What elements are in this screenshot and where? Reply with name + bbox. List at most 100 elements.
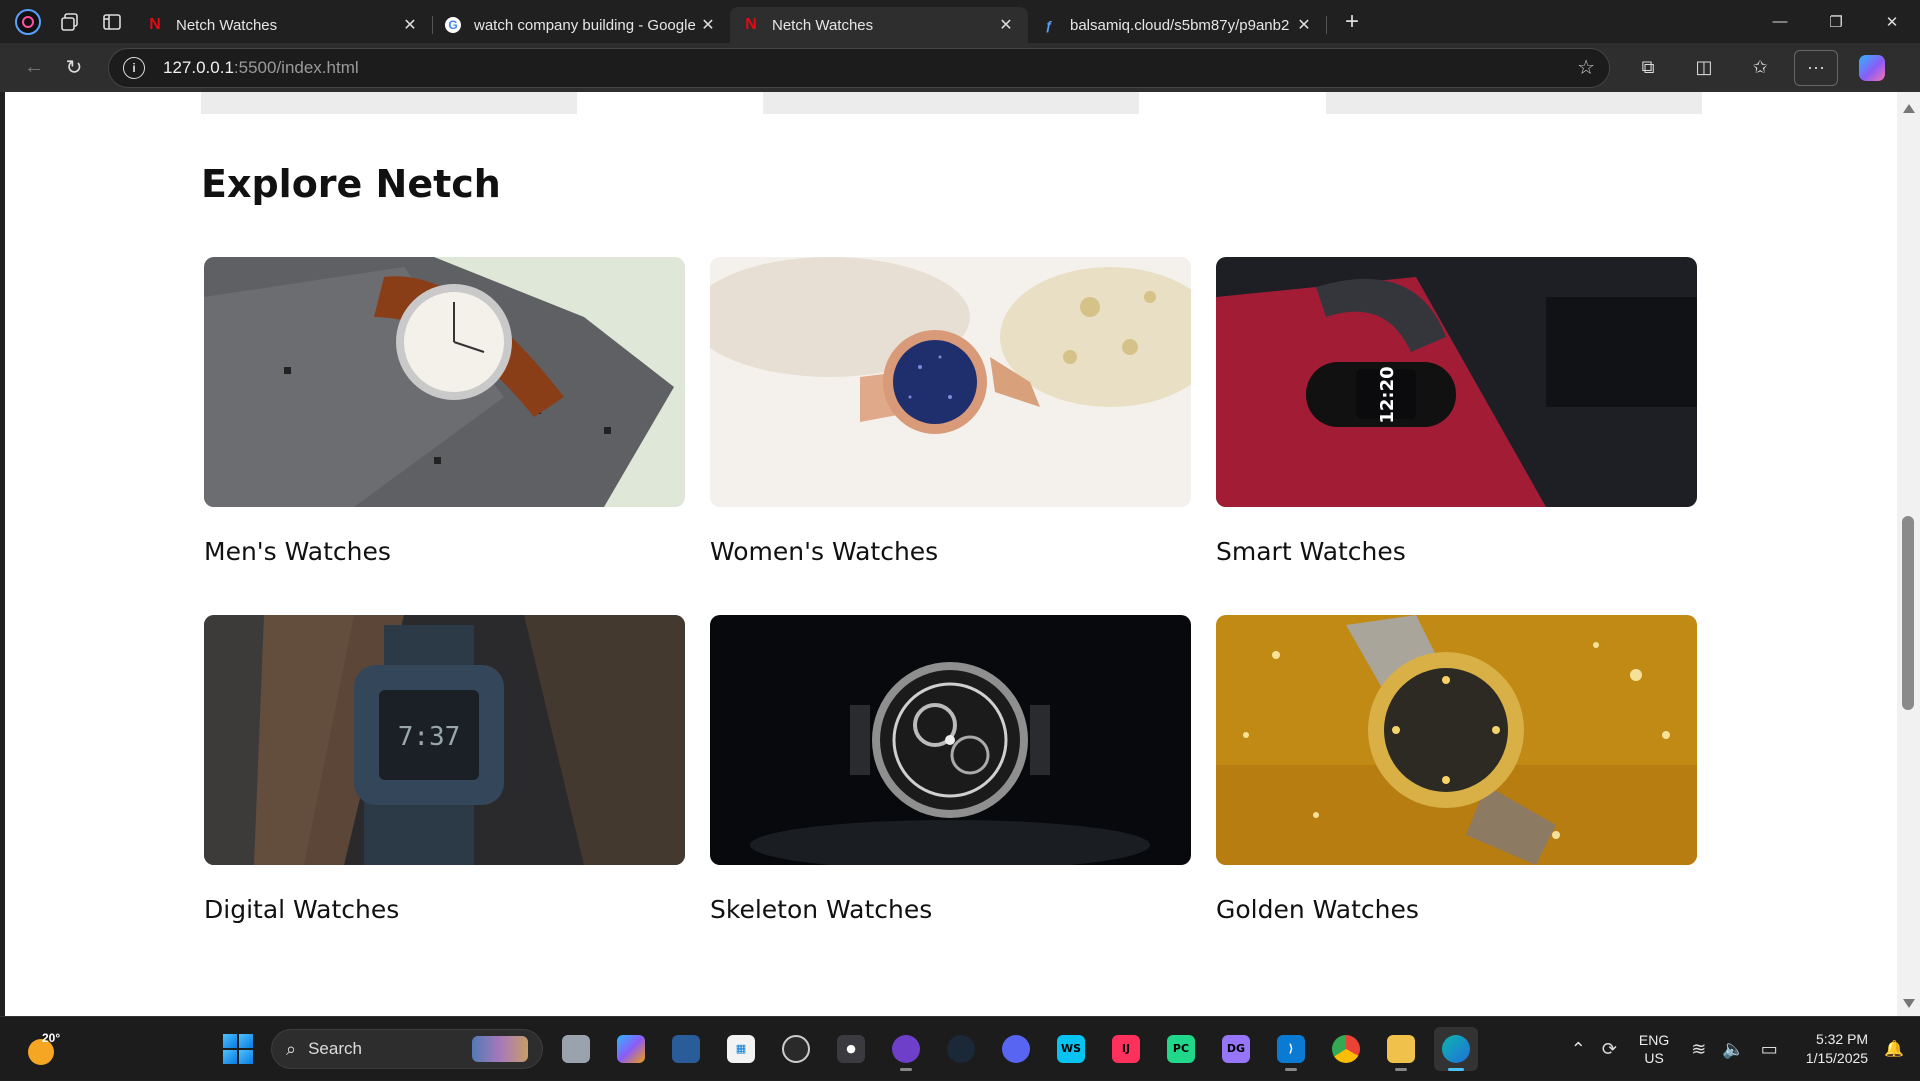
windows-taskbar: 20° ⌕ Search ▦ ● WS IJ PC DG ⟩ ⌃ ⟳ ENG U… [0,1016,1920,1080]
category-label[interactable]: Men's Watches [204,537,685,566]
refresh-icon[interactable]: ↻ [54,50,94,86]
github-icon[interactable] [884,1027,928,1071]
obs-icon[interactable] [774,1027,818,1071]
extensions-icon[interactable]: ⧉ [1626,50,1670,86]
category-card-golden[interactable]: Golden Watches [1216,615,1697,924]
remote-desktop-icon[interactable] [664,1027,708,1071]
taskbar-search[interactable]: ⌕ Search [271,1029,543,1069]
category-card-smart[interactable]: 12:20 Smart Watches [1216,257,1697,566]
svg-text:G: G [448,18,457,32]
category-label[interactable]: Women's Watches [710,537,1191,566]
region-code: US [1644,1050,1664,1066]
browser-toolbar: ← ↻ i 127.0.0.1:5500/index.html ☆ ⧉ ◫ ✩ … [0,43,1920,92]
scroll-up-arrow-icon[interactable] [1903,104,1915,113]
back-icon[interactable]: ← [14,50,54,86]
vscode-icon[interactable]: ⟩ [1269,1027,1313,1071]
card-bottom-edge [763,92,1139,114]
womens-watch-image[interactable] [710,257,1191,507]
svg-text:7:37: 7:37 [398,722,461,752]
tab-netch-watches-active[interactable]: N Netch Watches ✕ [730,7,1028,43]
category-card-womens[interactable]: Women's Watches [710,257,1191,566]
folder-icon[interactable] [1379,1027,1423,1071]
favorites-icon[interactable]: ✩ [1738,50,1782,86]
netflix-icon: N [149,16,161,33]
davinci-icon[interactable]: ● [829,1027,873,1071]
tab-netch-watches-1[interactable]: N Netch Watches ✕ [134,7,433,43]
category-label[interactable]: Skeleton Watches [710,895,1191,924]
category-label[interactable]: Smart Watches [1216,537,1697,566]
discord-icon[interactable] [994,1027,1038,1071]
skeleton-watch-image[interactable] [710,615,1191,865]
tab-title: Netch Watches [772,16,874,34]
more-options-icon[interactable]: ··· [1794,49,1838,86]
mens-watch-image[interactable] [204,257,685,507]
favorite-star-icon[interactable]: ☆ [1577,55,1595,80]
minimize-icon[interactable]: — [1752,0,1808,43]
workspaces-icon[interactable] [54,6,86,38]
copilot-icon[interactable] [609,1027,653,1071]
clock-date: 1/15/2025 [1805,1050,1869,1066]
tab-balsamiq[interactable]: ƒ balsamiq.cloud/s5bm87y/p9anb2 ✕ [1028,7,1327,43]
category-card-digital[interactable]: 7:37 Digital Watches [204,615,685,924]
file-explorer-icon[interactable] [554,1027,598,1071]
pycharm-icon[interactable]: PC [1159,1027,1203,1071]
browser-tab-strip: N Netch Watches ✕ G watch company buildi… [0,0,1920,43]
search-placeholder: Search [308,1039,362,1058]
smart-watch-image[interactable]: 12:20 [1216,257,1697,507]
address-bar[interactable]: i 127.0.0.1:5500/index.html ☆ [108,47,1610,88]
category-label[interactable]: Digital Watches [204,895,685,924]
svg-text:12:20: 12:20 [1377,366,1398,423]
page-scrollbar[interactable] [1897,92,1920,1016]
search-icon: ⌕ [286,1038,297,1059]
new-tab-button[interactable]: + [1334,4,1370,40]
category-card-mens[interactable]: Men's Watches [204,257,685,566]
tab-google-search[interactable]: G watch company building - Google ✕ [432,7,730,43]
close-window-icon[interactable]: ✕ [1864,0,1920,43]
card-bottom-edge [201,92,577,114]
microsoft-store-icon[interactable]: ▦ [719,1027,763,1071]
weather-widget[interactable]: 20° [26,1031,60,1065]
copilot-icon[interactable] [1850,50,1894,86]
category-label[interactable]: Golden Watches [1216,895,1697,924]
page-title: Explore Netch [201,162,501,206]
balsamiq-icon: ƒ [1045,17,1053,33]
clock-time: 5:32 PM [1815,1031,1869,1047]
tab-title: Netch Watches [176,16,278,34]
card-bottom-edge [1326,92,1702,114]
datagrip-icon[interactable]: DG [1214,1027,1258,1071]
scroll-down-arrow-icon[interactable] [1903,999,1915,1008]
battery-icon[interactable]: ▭ [1753,1039,1786,1060]
steam-icon[interactable] [939,1027,983,1071]
volume-icon[interactable]: 🔈 [1714,1039,1752,1060]
close-tab-icon[interactable]: ✕ [996,15,1016,35]
start-button[interactable] [216,1027,260,1071]
chrome-icon[interactable] [1324,1027,1368,1071]
category-card-skeleton[interactable]: Skeleton Watches [710,615,1191,924]
golden-watch-image[interactable] [1216,615,1697,865]
tab-title: balsamiq.cloud/s5bm87y/p9anb2 [1070,16,1290,34]
webstorm-icon[interactable]: WS [1049,1027,1093,1071]
sync-icon[interactable]: ⟳ [1594,1039,1625,1060]
profile-icon[interactable] [12,6,44,38]
close-tab-icon[interactable]: ✕ [400,15,420,35]
intellij-icon[interactable]: IJ [1104,1027,1148,1071]
clock[interactable]: 5:32 PM 1/15/2025 [1786,1030,1878,1068]
tab-title: watch company building - Google [474,16,696,34]
digital-watch-image[interactable]: 7:37 [204,615,685,865]
close-tab-icon[interactable]: ✕ [1294,15,1314,35]
split-screen-icon[interactable]: ◫ [1682,50,1726,86]
page-viewport: Explore Netch Men's Watches Women's Watc… [5,92,1897,1016]
restore-icon[interactable]: ❐ [1808,0,1864,43]
site-info-icon[interactable]: i [123,56,145,79]
scrollbar-thumb[interactable] [1902,516,1914,710]
notification-bell-icon[interactable]: 🔔 [1878,1039,1920,1059]
close-tab-icon[interactable]: ✕ [698,15,718,35]
edge-icon[interactable] [1434,1027,1478,1071]
system-tray: ⌃ ⟳ ENG US ≋ 🔈 ▭ 5:32 PM 1/15/2025 🔔 [1563,1017,1920,1081]
url-text[interactable]: 127.0.0.1:5500/index.html [163,58,1577,78]
vertical-tabs-icon[interactable] [96,6,128,38]
show-hidden-icons-icon[interactable]: ⌃ [1563,1039,1594,1060]
weather-temperature: 20° [42,1031,61,1045]
wifi-icon[interactable]: ≋ [1683,1039,1714,1060]
language-indicator[interactable]: ENG US [1625,1031,1683,1067]
